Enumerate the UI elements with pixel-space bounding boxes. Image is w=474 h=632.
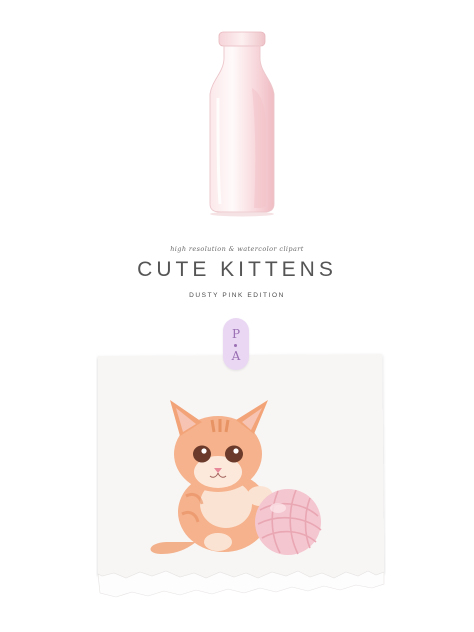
edition-label: DUSTY PINK EDITION	[189, 292, 285, 299]
badge-dot	[234, 344, 237, 347]
subtitle: high resolution & watercolor clipart	[170, 245, 304, 253]
milk-bottle-illustration	[209, 31, 275, 217]
kitten-with-yarn-illustration	[150, 400, 322, 555]
badge-letter-a: A	[231, 349, 241, 363]
page-title: CUTE KITTENS	[137, 258, 337, 281]
badge-letter-p: P	[231, 327, 241, 341]
brand-badge: P A	[223, 318, 249, 370]
